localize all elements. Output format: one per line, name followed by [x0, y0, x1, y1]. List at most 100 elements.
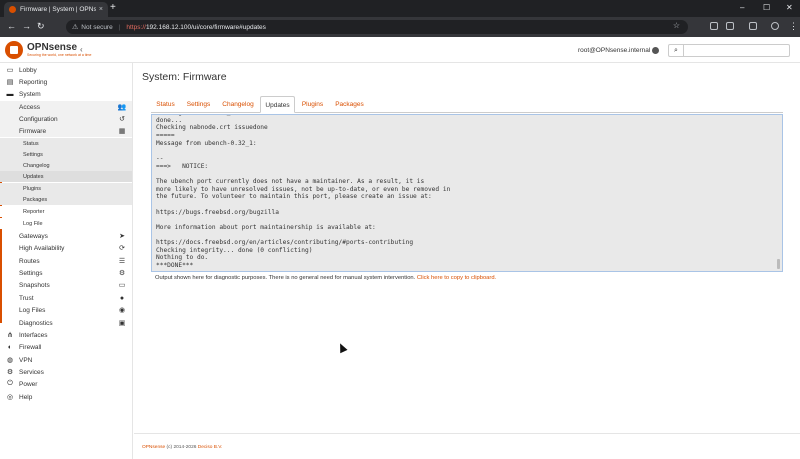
update-output-console[interactable]: Marking ubench-0.32_1 as not automatic d… [151, 114, 783, 272]
profile-icon[interactable] [771, 22, 779, 30]
opnsense-logo-mark [5, 41, 23, 59]
window-close-icon[interactable]: ✕ [786, 3, 793, 13]
sidebar-item-label: Power [19, 380, 38, 388]
extension-icon[interactable] [710, 22, 718, 30]
sidebar-item-access[interactable]: Access 👥 [0, 101, 132, 113]
sidebar-item-firmware-packages[interactable]: Packages [0, 194, 132, 205]
sidebar-item-system[interactable]: ▬ System [0, 88, 132, 100]
eye-icon: ◉ [118, 307, 126, 314]
browser-tab-title: Firmware | System | OPNsense [20, 6, 96, 13]
app-header: OPNsense Securing the world, one network… [0, 37, 800, 63]
sidebar-item-firmware-settings[interactable]: Settings [0, 149, 132, 160]
user-menu[interactable]: root@OPNsense.internal [578, 47, 650, 54]
page-footer: OPNsense (c) 2014-2026 Deciso B.V. [142, 445, 222, 450]
sidebar-item-firmware-reporter[interactable]: Reporter [0, 206, 132, 217]
site-info-icon[interactable]: ⚠ [72, 23, 78, 31]
tab-plugins[interactable]: Plugins [299, 96, 326, 113]
sidebar-item-trust[interactable]: Trust ● [0, 292, 132, 304]
sidebar-item-firmware[interactable]: Firmware ▦ [0, 125, 132, 137]
sidebar-item-firmware-changelog[interactable]: Changelog [0, 160, 132, 171]
address-bar[interactable]: ⚠ Not secure | https:// 192.168.12.100/u… [66, 20, 688, 34]
sidebar-item-firmware-log-file[interactable]: Log File [0, 218, 132, 229]
sidebar-item-high-availability[interactable]: High Availability ⟳ [0, 242, 132, 254]
side-panel-icon[interactable] [749, 22, 757, 30]
cogs-icon: ⚙ [118, 270, 126, 277]
footer-copyright: (c) 2014-2026 [165, 445, 198, 450]
sidebar-item-snapshots[interactable]: Snapshots ▭ [0, 279, 132, 291]
bookmark-star-icon[interactable]: ☆ [673, 21, 680, 30]
browser-menu-icon[interactable]: ⋮ [789, 21, 798, 32]
sidebar-item-label: Settings [23, 151, 43, 158]
tab-status[interactable]: Status [151, 96, 180, 113]
sidebar-item-firmware-status[interactable]: Status [0, 138, 132, 149]
footer-brand-link[interactable]: OPNsense [142, 445, 165, 450]
medkit-icon: ▣ [118, 320, 126, 327]
sidebar-item-log-files[interactable]: Log Files ◉ [0, 304, 132, 316]
sidebar-item-label: Log Files [19, 306, 46, 314]
sidebar-item-label: Plugins [23, 185, 42, 192]
status-indicator-icon[interactable] [652, 47, 659, 54]
maximize-icon[interactable]: ☐ [763, 3, 770, 13]
sidebar-item-label: Firmware [19, 127, 47, 135]
copy-to-clipboard-link[interactable]: Click here to copy to clipboard. [417, 275, 496, 281]
brand-name: OPNsense [27, 42, 78, 53]
sidebar-item-label: Access [19, 103, 40, 111]
sidebar-item-interfaces[interactable]: ⋔ Interfaces [0, 329, 132, 341]
sidebar-item-label: Firewall [19, 343, 42, 351]
fire-icon: ◐ [7, 343, 13, 351]
new-tab-icon[interactable]: + [110, 3, 116, 13]
globe-icon: ◍ [6, 357, 14, 364]
sidebar-item-firmware-updates[interactable]: Updates [0, 171, 132, 182]
sidebar-item-configuration[interactable]: Configuration ↺ [0, 113, 132, 125]
plug-icon: ⏻ [7, 380, 13, 387]
tab-updates[interactable]: Updates [260, 96, 295, 113]
sidebar-item-label: System [19, 90, 41, 98]
calculator-icon: ▦ [118, 128, 126, 135]
url-text: 192.168.12.100/ui/core/firmware#updates [145, 23, 266, 31]
opnsense-logo[interactable]: OPNsense Securing the world, one network… [5, 41, 91, 59]
footer-company-link[interactable]: Deciso B.V. [198, 445, 223, 450]
sidebar-item-lobby[interactable]: ▭ Lobby [0, 64, 132, 76]
hdd-icon: ▭ [118, 282, 126, 289]
sidebar-item-gateways[interactable]: Gateways ➤ [0, 230, 132, 242]
browser-tab[interactable]: Firmware | System | OPNsense × [4, 2, 108, 17]
sidebar-item-services[interactable]: ⚙ Services [0, 366, 132, 378]
tab-underline [151, 112, 783, 113]
collapse-sidebar-icon[interactable]: ‹ [80, 45, 83, 54]
sidebar-item-vpn[interactable]: ◍ VPN [0, 354, 132, 366]
tab-packages[interactable]: Packages [331, 96, 368, 113]
sidebar-item-reporting[interactable]: ▤ Reporting [0, 76, 132, 88]
minimize-icon[interactable]: – [740, 3, 744, 13]
sidebar-item-label: Settings [19, 269, 43, 277]
not-secure-label: Not secure [81, 23, 113, 31]
sidebar-item-power[interactable]: ⏻ Power [0, 378, 132, 390]
output-note: Output shown here for diagnostic purpose… [155, 275, 496, 281]
mouse-cursor-icon [336, 341, 348, 354]
sidebar-item-routes[interactable]: Routes ☰ [0, 255, 132, 267]
console-scrollbar[interactable] [777, 259, 780, 269]
cog-icon: ⚙ [6, 369, 14, 376]
sidebar-item-diagnostics[interactable]: Diagnostics ▣ [0, 317, 132, 329]
tab-close-icon[interactable]: × [99, 6, 103, 13]
sidebar-item-label: VPN [19, 356, 33, 364]
extensions-puzzle-icon[interactable] [726, 22, 734, 30]
sidebar-item-firewall[interactable]: ◐ Firewall [0, 341, 132, 353]
tab-changelog[interactable]: Changelog [219, 96, 257, 113]
sidebar: ▭ Lobby ▤ Reporting ▬ System Access 👥 Co… [0, 63, 133, 459]
back-icon[interactable]: ← [7, 21, 16, 32]
chart-icon: ▤ [6, 79, 14, 86]
reload-icon[interactable]: ↻ [37, 21, 45, 32]
sidebar-item-label: Reporter [23, 208, 45, 215]
tab-settings[interactable]: Settings [183, 96, 214, 113]
search-input[interactable] [684, 44, 790, 57]
sidebar-item-firmware-plugins[interactable]: Plugins [0, 183, 132, 194]
sidebar-item-label: Interfaces [19, 331, 48, 339]
life-ring-icon: ◎ [6, 394, 14, 401]
forward-icon[interactable]: → [22, 21, 31, 32]
search-icon[interactable]: ⌕ [668, 44, 684, 57]
output-note-text: Output shown here for diagnostic purpose… [155, 275, 416, 281]
url-scheme: https:// [126, 23, 146, 31]
browser-toolbar: ← → ↻ ⚠ Not secure | https:// 192.168.12… [0, 17, 800, 37]
sidebar-item-help[interactable]: ◎ Help [0, 391, 132, 403]
sidebar-item-settings[interactable]: Settings ⚙ [0, 267, 132, 279]
